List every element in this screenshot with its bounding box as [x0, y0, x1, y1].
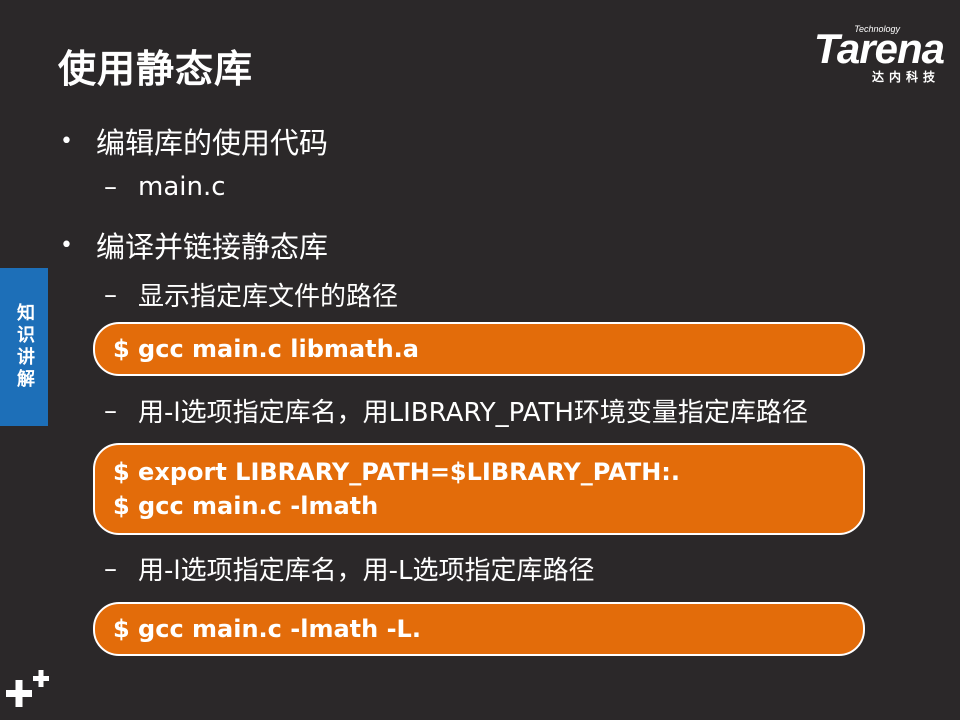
sub-item: – 用-l选项指定库名，用LIBRARY_PATH环境变量指定库路径: [104, 392, 808, 429]
code-block: $ gcc main.c libmath.a: [93, 322, 865, 376]
plus-icon: [6, 670, 49, 707]
bullet-text: 编辑库的使用代码: [96, 126, 329, 160]
code-line: $ export LIBRARY_PATH=$LIBRARY_PATH:.: [113, 458, 681, 486]
sub-item: – 用-l选项指定库名，用-L选项指定库路径: [104, 550, 594, 587]
logo-word: Tarena: [813, 25, 945, 72]
code-line: $ gcc main.c -lmath -L.: [113, 615, 421, 643]
bullet-text: 编译并链接静态库: [96, 230, 329, 264]
slide: 使用静态库 Technology Tarena 达内科技 知识讲解 • 编辑库的…: [0, 0, 960, 720]
bullet-item: • 编译并链接静态库: [60, 224, 328, 266]
sub-item: – 显示指定库文件的路径: [104, 276, 398, 313]
sub-text: 用-l选项指定库名，用-L选项指定库路径: [138, 556, 595, 586]
sub-item: – main.c: [104, 172, 226, 202]
code-line: $ gcc main.c libmath.a: [113, 335, 419, 363]
slide-title: 使用静态库: [58, 47, 254, 91]
sub-dash: –: [104, 395, 117, 426]
bullet-item: • 编辑库的使用代码: [60, 120, 328, 162]
sub-dash: –: [104, 553, 117, 584]
sub-text: main.c: [138, 172, 226, 202]
side-tab: 知识讲解: [0, 268, 48, 426]
side-tab-label: 知识讲解: [14, 303, 35, 391]
sub-text: 用-l选项指定库名，用LIBRARY_PATH环境变量指定库路径: [138, 398, 808, 428]
bullet-dot: •: [60, 232, 73, 258]
logo-cn-text: 达内科技: [871, 70, 940, 84]
tarena-logo: Technology Tarena 达内科技: [780, 24, 945, 86]
sub-text: 显示指定库文件的路径: [138, 282, 399, 312]
bullet-dot: •: [60, 128, 73, 154]
code-block: $ export LIBRARY_PATH=$LIBRARY_PATH:. $ …: [93, 443, 865, 535]
sub-dash: –: [104, 279, 117, 310]
sub-dash: –: [104, 172, 117, 202]
code-line: $ gcc main.c -lmath: [113, 492, 379, 520]
code-block: $ gcc main.c -lmath -L.: [93, 602, 865, 656]
